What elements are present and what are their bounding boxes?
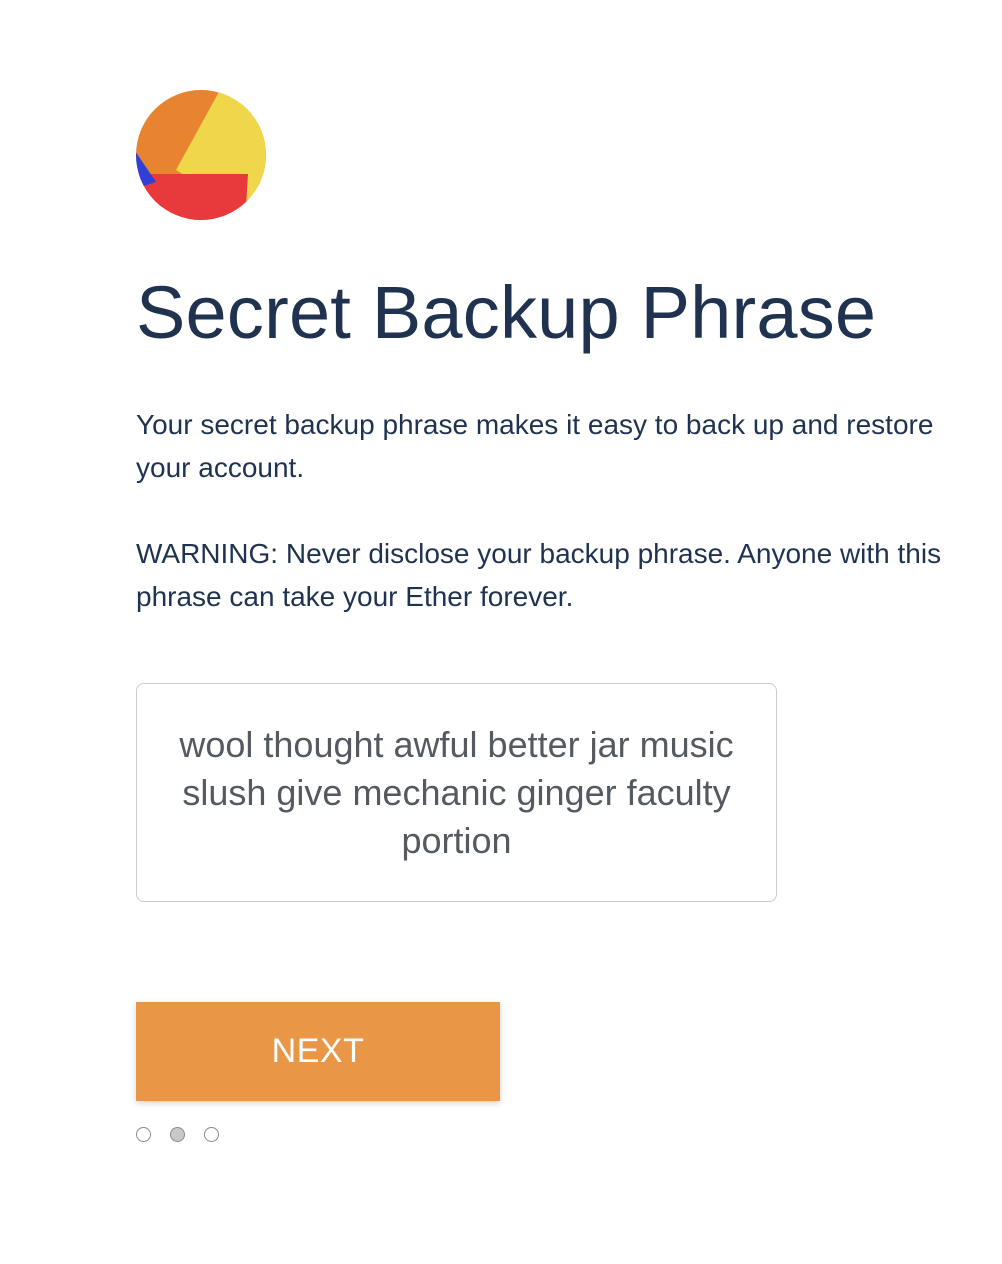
account-avatar-icon (136, 90, 266, 220)
secret-phrase-text[interactable]: wool thought awful better jar music slus… (165, 721, 748, 865)
warning-text: WARNING: Never disclose your backup phra… (136, 538, 942, 612)
pagination-dots (136, 1127, 219, 1142)
next-button[interactable]: NEXT (136, 1002, 500, 1101)
secret-phrase-box[interactable]: wool thought awful better jar music slus… (136, 683, 777, 902)
intro-text: Your secret backup phrase makes it easy … (136, 409, 934, 483)
pagination-dot (136, 1127, 151, 1142)
page-title: Secret Backup Phrase (136, 271, 877, 354)
pagination-dot (204, 1127, 219, 1142)
pagination-dot-active (170, 1127, 185, 1142)
